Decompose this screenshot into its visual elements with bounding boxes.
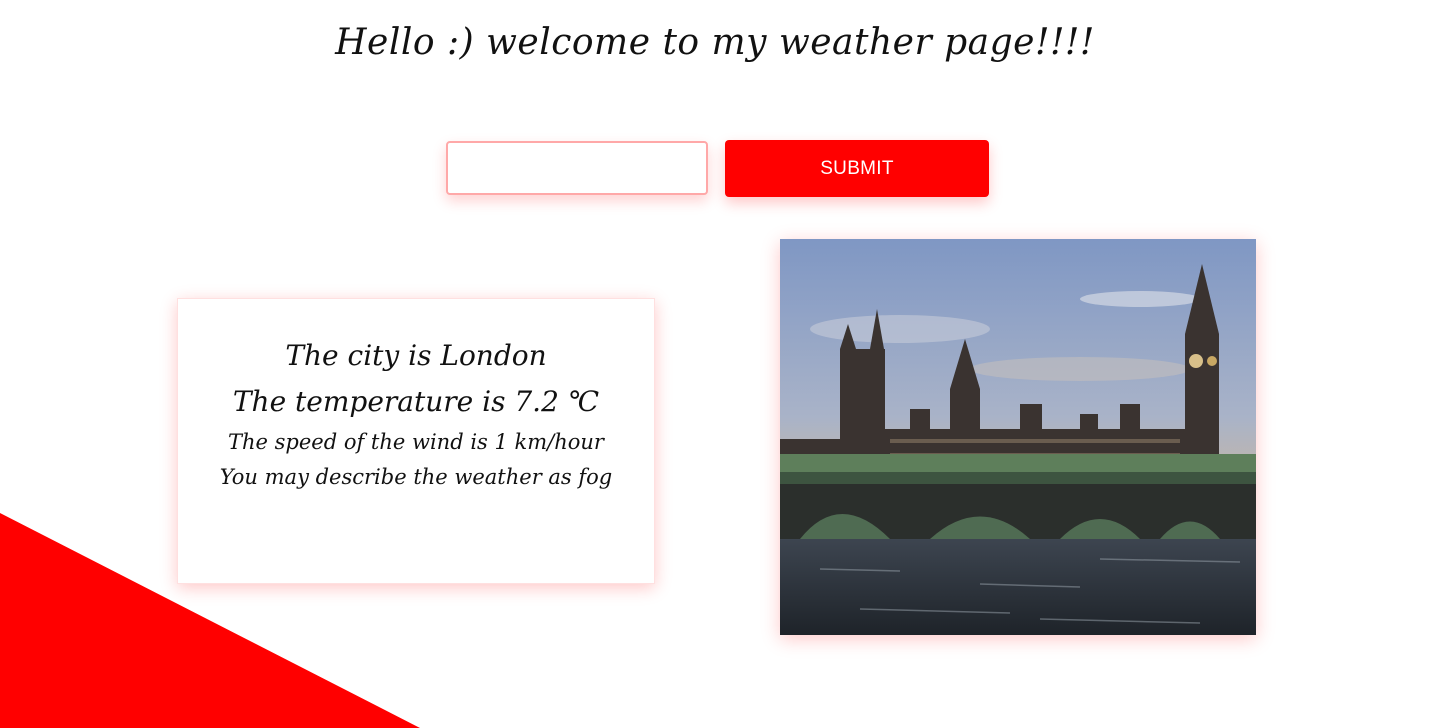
submit-button[interactable]: SUBMIT: [725, 140, 989, 197]
city-text: The city is London: [285, 339, 547, 372]
weather-description-text: You may describe the weather as fog: [219, 465, 613, 489]
page-title: Hello :) welcome to my weather page!!!!: [335, 22, 1095, 63]
wind-speed-text: The speed of the wind is 1 km/hour: [228, 430, 604, 454]
city-input[interactable]: [446, 141, 708, 195]
city-photo: [780, 239, 1256, 635]
london-landmark-image: [780, 239, 1256, 635]
weather-card: The city is London The temperature is 7.…: [177, 298, 655, 584]
temperature-text: The temperature is 7.2 ℃: [232, 385, 600, 418]
